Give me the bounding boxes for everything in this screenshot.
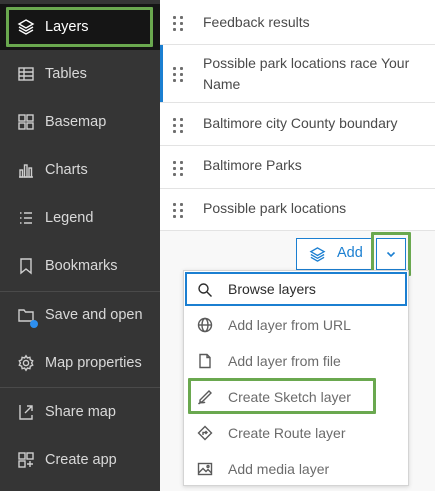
drag-handle-icon[interactable]	[173, 118, 183, 133]
menu-item-label: Add layer from file	[228, 353, 341, 369]
layer-item[interactable]: Baltimore Parks	[160, 146, 435, 189]
layer-title: Possible park locations race Your Name	[203, 55, 410, 92]
chevron-down-icon	[385, 248, 397, 260]
sidebar-item-legend[interactable]: Legend	[0, 195, 160, 241]
add-button-label: Add	[337, 245, 363, 261]
menu-item-create-route-layer[interactable]: Create Route layer	[184, 415, 408, 451]
add-dropdown-toggle[interactable]	[376, 238, 406, 270]
sidebar-item-create-app[interactable]: Create app	[0, 437, 160, 483]
sidebar-item-share-map[interactable]: Share map	[0, 389, 160, 435]
sidebar-item-label: Legend	[45, 210, 94, 226]
basemap-icon	[16, 112, 35, 131]
add-button[interactable]: Add	[296, 238, 372, 270]
menu-item-add-layer-from-url[interactable]: Add layer from URL	[184, 307, 408, 343]
sidebar-item-label: Layers	[45, 19, 89, 35]
sidebar: Layers Tables Basemap Charts Legend Book…	[0, 0, 160, 491]
table-icon	[16, 64, 35, 83]
menu-item-label: Create Sketch layer	[228, 389, 351, 405]
search-icon	[197, 282, 213, 298]
add-layer-menu: Browse layers Add layer from URL Add lay…	[183, 270, 409, 486]
menu-item-browse-layers[interactable]: Browse layers	[185, 272, 407, 306]
drag-handle-icon[interactable]	[173, 161, 183, 176]
sidebar-item-map-properties[interactable]: Map properties	[0, 340, 160, 386]
sidebar-item-tables[interactable]: Tables	[0, 51, 160, 97]
menu-item-create-sketch-layer[interactable]: Create Sketch layer	[184, 379, 408, 415]
drag-handle-icon[interactable]	[173, 203, 183, 218]
image-icon	[197, 461, 213, 477]
layer-title: Possible park locations	[203, 200, 347, 216]
layer-item[interactable]: Feedback results	[160, 0, 435, 45]
sidebar-item-charts[interactable]: Charts	[0, 147, 160, 193]
layer-item[interactable]: Possible park locations race Your Name	[160, 45, 435, 103]
menu-item-add-media-layer[interactable]: Add media layer	[184, 451, 408, 487]
menu-item-label: Add media layer	[228, 461, 330, 477]
menu-item-label: Browse layers	[228, 281, 316, 297]
sidebar-divider	[0, 387, 160, 388]
sidebar-item-label: Create app	[45, 452, 117, 468]
sidebar-item-label: Bookmarks	[45, 258, 118, 274]
sidebar-item-label: Save and open	[45, 307, 143, 323]
drag-handle-icon[interactable]	[173, 16, 183, 31]
menu-item-label: Create Route layer	[228, 425, 346, 441]
gear-icon	[16, 353, 35, 372]
route-icon	[197, 425, 213, 441]
layer-item[interactable]: Possible park locations	[160, 189, 435, 231]
menu-item-label: Add layer from URL	[228, 317, 351, 333]
bookmark-icon	[16, 256, 35, 275]
sidebar-item-label: Share map	[45, 404, 116, 420]
sidebar-item-label: Charts	[45, 162, 88, 178]
chart-icon	[16, 160, 35, 179]
sidebar-item-label: Tables	[45, 66, 87, 82]
sidebar-item-bookmarks[interactable]: Bookmarks	[0, 243, 160, 289]
create-app-icon	[16, 450, 35, 469]
layer-item[interactable]: Baltimore city County boundary	[160, 103, 435, 146]
drag-handle-icon[interactable]	[173, 67, 183, 82]
sidebar-item-basemap[interactable]: Basemap	[0, 99, 160, 145]
sidebar-item-label: Map properties	[45, 355, 142, 371]
layers-icon	[16, 17, 35, 36]
share-icon	[16, 402, 35, 421]
layer-title: Feedback results	[203, 14, 310, 30]
layer-title: Baltimore Parks	[203, 157, 302, 173]
sidebar-item-save-and-open[interactable]: Save and open	[0, 292, 160, 338]
legend-icon	[16, 208, 35, 227]
layers-add-icon	[309, 246, 327, 264]
notification-dot	[30, 320, 38, 328]
globe-icon	[197, 317, 213, 333]
layer-title: Baltimore city County boundary	[203, 115, 398, 131]
sketch-pen-icon	[197, 389, 213, 405]
sidebar-item-label: Basemap	[45, 114, 107, 130]
file-icon	[197, 353, 213, 369]
menu-item-add-layer-from-file[interactable]: Add layer from file	[184, 343, 408, 379]
sidebar-item-layers[interactable]: Layers	[0, 4, 160, 50]
